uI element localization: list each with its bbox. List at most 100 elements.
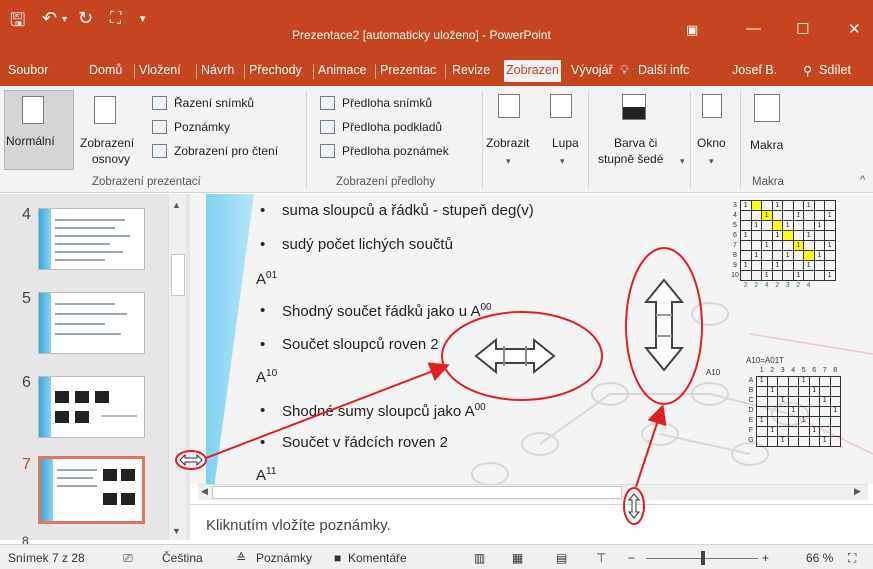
- slide-canvas[interactable]: • suma sloupců a řádků - stupeň deg(v) • s…: [190, 194, 873, 484]
- tab-soubor[interactable]: Soubor: [8, 63, 48, 77]
- reading-view-icon[interactable]: [152, 144, 167, 158]
- save-icon[interactable]: 🖫: [10, 8, 25, 38]
- tab-domu[interactable]: Domů: [89, 63, 122, 77]
- zoom-dropdown-icon[interactable]: ▾: [560, 156, 565, 167]
- notes-page-icon[interactable]: [152, 120, 167, 134]
- tell-me-icon[interactable]: 💡︎: [620, 63, 629, 78]
- collapse-ribbon-icon[interactable]: ^: [860, 174, 865, 186]
- slide-thumbnail-5[interactable]: [38, 292, 145, 354]
- outline-view-label-1[interactable]: Zobrazení: [80, 136, 134, 150]
- scroll-up-icon[interactable]: ▲: [172, 200, 181, 210]
- notes-placeholder[interactable]: Kliknutím vložíte poznámky.: [206, 517, 391, 534]
- matrix-heading[interactable]: A10: [256, 368, 277, 386]
- tab-navrh[interactable]: Návrh: [201, 63, 234, 77]
- zoom-slider-thumb[interactable]: [701, 551, 705, 565]
- tab-prezentace[interactable]: Prezentac: [380, 63, 436, 77]
- matrix-grid-top[interactable]: 3 1 1 1 4 1 1 1 5 1 1 1 6 1 1 1 7 1 1 1 8 1 1 1 9 1 1 1 10 1 1 1 2 2 4 2 3 2 4: [730, 200, 836, 291]
- window-button[interactable]: Okno: [697, 136, 726, 150]
- macros-button[interactable]: Makra: [750, 138, 783, 152]
- slideshow-status-icon[interactable]: ⊤: [596, 551, 606, 565]
- maximize-icon[interactable]: ☐: [796, 20, 809, 38]
- matrix-heading[interactable]: A01: [256, 270, 277, 288]
- bullet-item[interactable]: • Součet sloupců roven 2: [260, 336, 439, 353]
- tab-vyvojar[interactable]: Vývojář: [571, 63, 613, 77]
- scroll-down-icon[interactable]: ▼: [172, 526, 181, 536]
- slide-thumbnail-6[interactable]: [38, 376, 145, 438]
- tab-prechody[interactable]: Přechody: [249, 63, 302, 77]
- customize-qat-icon[interactable]: ▾: [140, 12, 146, 25]
- slide-sorter-button[interactable]: Řazení snímků: [174, 96, 254, 110]
- normal-view-status-icon[interactable]: ▥: [474, 551, 485, 565]
- notes-toggle-button[interactable]: Poznámky: [256, 551, 312, 565]
- reading-view-status-icon[interactable]: ▤: [556, 551, 567, 565]
- scrollbar-thumb[interactable]: [212, 486, 622, 499]
- handout-master-button[interactable]: Předloha podkladů: [342, 120, 442, 134]
- undo-dropdown-icon[interactable]: ▾: [62, 14, 67, 25]
- slide-sorter-icon[interactable]: [152, 96, 167, 110]
- bullet-item[interactable]: • Shodný součet řádků jako u A00: [260, 302, 492, 320]
- slide-master-button[interactable]: Předloha snímků: [342, 96, 432, 110]
- bullet-item[interactable]: • suma sloupců a řádků - stupeň deg(v): [260, 202, 534, 219]
- zoom-button[interactable]: Lupa: [552, 136, 579, 150]
- color-grayscale-dropdown-icon[interactable]: ▾: [680, 156, 685, 167]
- notes-pane[interactable]: Kliknutím vložíte poznámky.: [190, 504, 873, 544]
- matrix-heading[interactable]: A11: [256, 466, 276, 484]
- thumbnails-scrollbar[interactable]: ▲ ▼: [168, 194, 186, 540]
- window-dropdown-icon[interactable]: ▾: [709, 156, 714, 167]
- share-icon[interactable]: ⚲: [803, 63, 812, 78]
- outline-view-icon[interactable]: [94, 96, 116, 124]
- ribbon-display-icon[interactable]: ▣: [686, 22, 698, 38]
- notes-master-icon[interactable]: [320, 144, 335, 158]
- zoom-in-icon[interactable]: +: [762, 551, 769, 565]
- zoom-level[interactable]: 66 %: [806, 551, 833, 565]
- redo-icon[interactable]: ↻: [78, 8, 93, 29]
- grid-cell: [740, 210, 752, 221]
- zoom-icon[interactable]: [550, 94, 572, 118]
- scrollbar-thumb[interactable]: [171, 254, 185, 296]
- notes-page-button[interactable]: Poznámky: [174, 120, 230, 134]
- tab-revize[interactable]: Revize: [452, 63, 490, 77]
- scroll-left-icon[interactable]: ◀: [201, 486, 208, 497]
- color-grayscale-label-2[interactable]: stupně šedé: [598, 152, 663, 166]
- start-from-beginning-icon[interactable]: ⛶: [110, 10, 121, 28]
- bullet-item[interactable]: • Součet v řádcích roven 2: [260, 434, 448, 451]
- notes-icon[interactable]: ≙: [236, 551, 246, 565]
- slide-sorter-status-icon[interactable]: ▦: [512, 551, 523, 565]
- grid-cell: [782, 240, 794, 251]
- scroll-right-icon[interactable]: ▶: [854, 486, 861, 497]
- tab-animace[interactable]: Animace: [318, 63, 367, 77]
- show-dropdown-icon[interactable]: ▾: [506, 156, 511, 167]
- user-account[interactable]: Josef B.: [732, 63, 777, 77]
- color-grayscale-label-1[interactable]: Barva či: [614, 136, 657, 150]
- zoom-out-icon[interactable]: −: [628, 551, 635, 565]
- slide-master-icon[interactable]: [320, 96, 335, 110]
- tab-dalsi-informace[interactable]: Další infc: [638, 63, 689, 77]
- notes-master-button[interactable]: Předloha poznámek: [342, 144, 449, 158]
- undo-icon[interactable]: ↶: [42, 8, 57, 29]
- bullet-item[interactable]: • Shodné sumy sloupců jako A00: [260, 402, 486, 420]
- accessibility-icon[interactable]: ⎚: [123, 551, 133, 566]
- reading-view-button[interactable]: Zobrazení pro čtení: [174, 144, 278, 158]
- comments-toggle-button[interactable]: Komentáře: [348, 551, 407, 565]
- minimize-icon[interactable]: —: [746, 20, 761, 37]
- show-button[interactable]: Zobrazit: [486, 136, 529, 150]
- grid-cell: [761, 260, 773, 271]
- slide-thumbnail-7[interactable]: [38, 456, 145, 524]
- comments-icon[interactable]: ■: [334, 551, 341, 565]
- language-indicator[interactable]: Čeština: [162, 551, 203, 565]
- handout-master-icon[interactable]: [320, 120, 335, 134]
- grid-cell: [766, 395, 778, 407]
- window-icon[interactable]: [702, 94, 722, 118]
- show-icon[interactable]: [498, 94, 520, 118]
- tab-vlozeni[interactable]: Vložení: [139, 63, 181, 77]
- fit-to-window-icon[interactable]: ⛶: [848, 551, 856, 566]
- matrix-grid-bottom[interactable]: 12345678A11B11C11D11E11F11G11: [746, 366, 841, 447]
- bullet-item[interactable]: • sudý počet lichých součtů: [260, 236, 453, 253]
- close-icon[interactable]: ✕: [848, 20, 861, 38]
- color-grayscale-icon[interactable]: [622, 94, 646, 120]
- macros-icon[interactable]: [754, 94, 780, 122]
- slide-horizontal-scrollbar[interactable]: ◀ ▶: [198, 484, 868, 500]
- tab-zobrazeni[interactable]: Zobrazen: [504, 60, 561, 82]
- share-button[interactable]: Sdílet: [819, 63, 851, 77]
- slide-thumbnail-4[interactable]: [38, 208, 145, 270]
